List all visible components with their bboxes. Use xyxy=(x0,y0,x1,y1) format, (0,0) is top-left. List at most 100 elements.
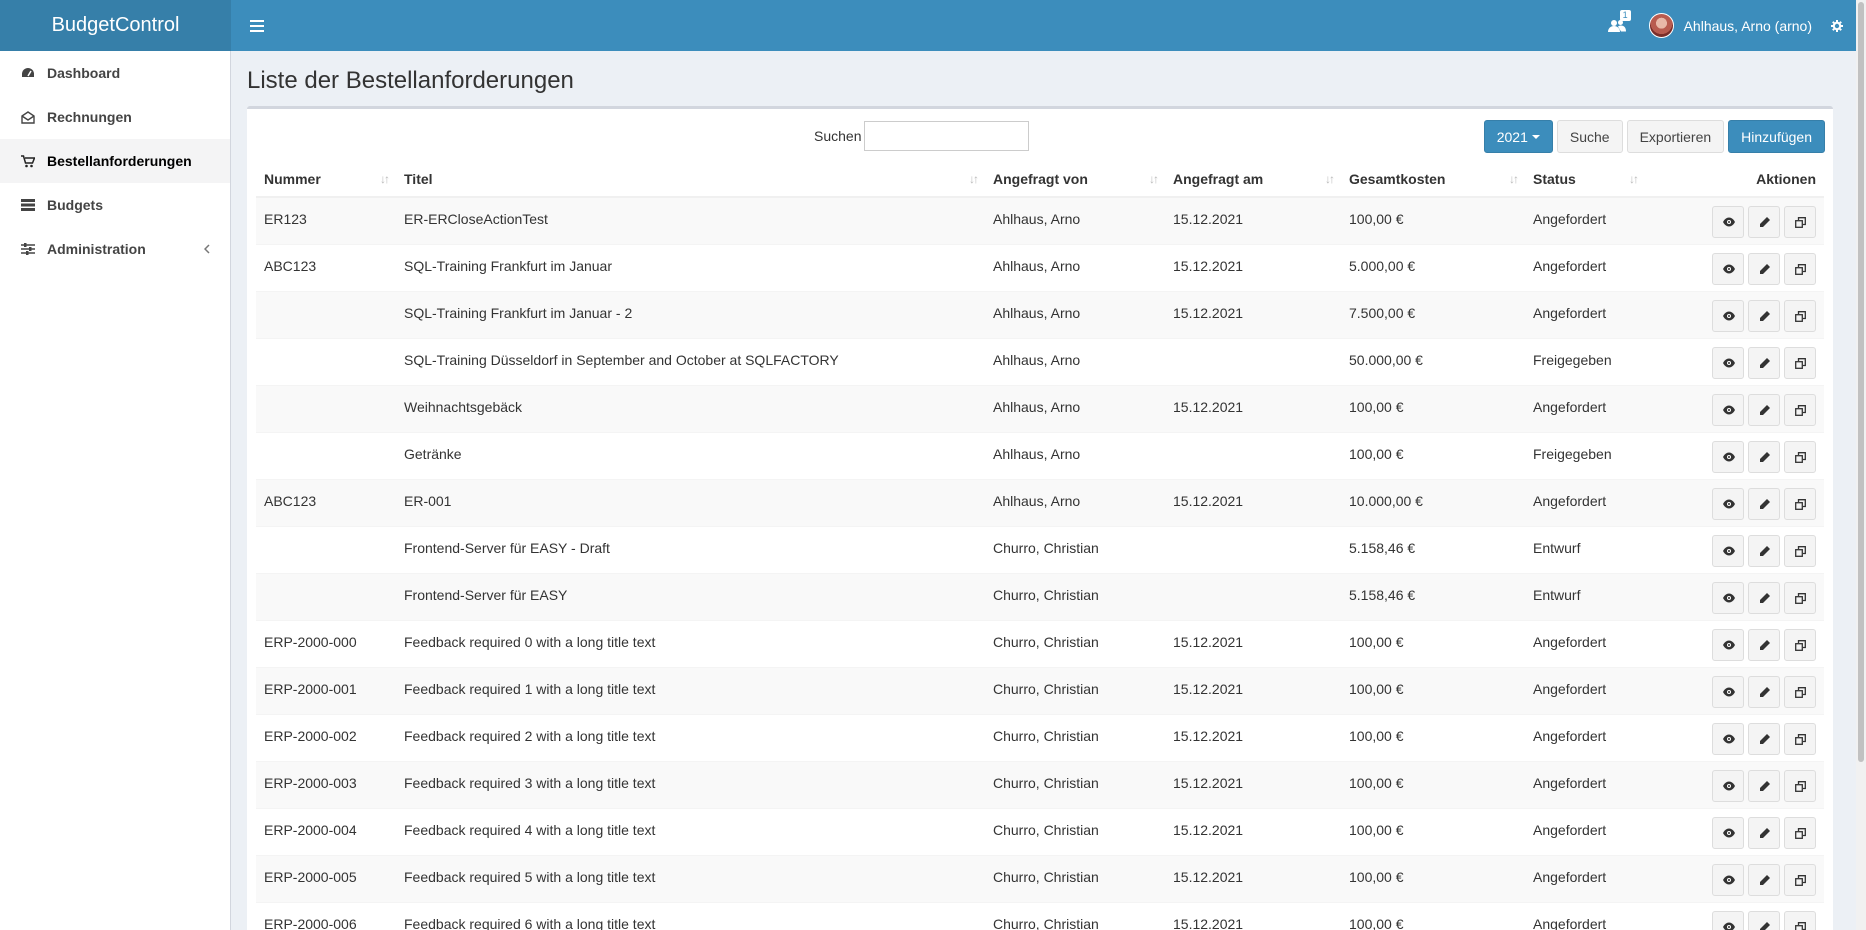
edit-button[interactable] xyxy=(1748,628,1780,661)
view-button[interactable] xyxy=(1712,252,1744,285)
edit-button[interactable] xyxy=(1748,252,1780,285)
edit-button[interactable] xyxy=(1748,581,1780,614)
table-row[interactable]: ER123 ER-ERCloseActionTest Ahlhaus, Arno 15… xyxy=(256,196,1824,244)
cell-angefragt-am: 15.12.2021 xyxy=(1165,243,1341,291)
table-row[interactable]: SQL-Training Frankfurt im Januar - 2 Ahlh… xyxy=(256,290,1824,338)
year-dropdown-button[interactable]: 2021 xyxy=(1483,120,1553,153)
cell-angefragt-von: Ahlhaus, Arno xyxy=(985,337,1165,385)
view-button[interactable] xyxy=(1712,206,1744,238)
edit-button[interactable] xyxy=(1748,910,1780,930)
copy-button[interactable] xyxy=(1784,769,1816,802)
edit-button[interactable] xyxy=(1748,440,1780,473)
edit-button[interactable] xyxy=(1748,722,1780,755)
edit-button[interactable] xyxy=(1748,769,1780,802)
view-button[interactable] xyxy=(1712,581,1744,614)
cell-nummer: ERP-2000-003 xyxy=(256,760,396,808)
table-row[interactable]: ERP-2000-000 Feedback required 0 with a l… xyxy=(256,619,1824,667)
export-button[interactable]: Exportieren xyxy=(1626,120,1725,153)
copy-button[interactable] xyxy=(1784,675,1816,708)
cell-angefragt-am: 15.12.2021 xyxy=(1165,478,1341,526)
scrollbar-thumb[interactable] xyxy=(1858,2,1864,762)
app-logo[interactable]: BudgetControl xyxy=(0,0,231,51)
table-row[interactable]: ERP-2000-004 Feedback required 4 with a l… xyxy=(256,807,1824,855)
copy-button[interactable] xyxy=(1784,346,1816,379)
table-row[interactable]: ERP-2000-002 Feedback required 2 with a l… xyxy=(256,713,1824,761)
table-row[interactable]: ABC123 SQL-Training Frankfurt im Januar Ah… xyxy=(256,243,1824,291)
cell-angefragt-von: Ahlhaus, Arno xyxy=(985,431,1165,479)
edit-button[interactable] xyxy=(1748,346,1780,379)
copy-button[interactable] xyxy=(1784,534,1816,567)
edit-button[interactable] xyxy=(1748,675,1780,708)
table-row[interactable]: ERP-2000-005 Feedback required 5 with a l… xyxy=(256,854,1824,902)
edit-button[interactable] xyxy=(1748,863,1780,896)
view-button[interactable] xyxy=(1712,863,1744,896)
column-header-angefragt-von[interactable]: Angefragt von ↓↑ xyxy=(985,161,1165,198)
copy-button[interactable] xyxy=(1784,440,1816,473)
copy-button[interactable] xyxy=(1784,206,1816,238)
chevron-left-icon xyxy=(203,241,210,257)
sidebar-item-budgets[interactable]: Budgets xyxy=(0,183,230,227)
column-header-status[interactable]: Status ↓↑ xyxy=(1525,161,1645,198)
cell-status: Angefordert xyxy=(1525,666,1645,714)
cell-titel: Feedback required 3 with a long title te… xyxy=(396,760,985,808)
view-button[interactable] xyxy=(1712,675,1744,708)
edit-button[interactable] xyxy=(1748,487,1780,520)
copy-button[interactable] xyxy=(1784,581,1816,614)
user-menu[interactable]: Ahlhaus, Arno (arno) xyxy=(1637,0,1826,51)
view-button[interactable] xyxy=(1712,487,1744,520)
table-row[interactable]: ABC123 ER-001 Ahlhaus, Arno 15.12.2021 10.00… xyxy=(256,478,1824,526)
copy-button[interactable] xyxy=(1784,910,1816,930)
cell-status: Angefordert xyxy=(1525,478,1645,526)
copy-button[interactable] xyxy=(1784,722,1816,755)
view-button[interactable] xyxy=(1712,299,1744,332)
column-header-titel[interactable]: Titel ↓↑ xyxy=(396,161,985,198)
copy-button[interactable] xyxy=(1784,393,1816,426)
column-header-angefragt-am[interactable]: Angefragt am ↓↑ xyxy=(1165,161,1341,198)
edit-button[interactable] xyxy=(1748,206,1780,238)
settings-button[interactable] xyxy=(1826,0,1848,51)
view-button[interactable] xyxy=(1712,769,1744,802)
cell-nummer xyxy=(256,337,396,385)
table-row[interactable]: Getränke Ahlhaus, Arno 100,00 € Freigegeben xyxy=(256,431,1824,479)
edit-button[interactable] xyxy=(1748,534,1780,567)
column-header-gesamtkosten[interactable]: Gesamtkosten ↓↑ xyxy=(1341,161,1525,198)
view-button[interactable] xyxy=(1712,346,1744,379)
table-row[interactable]: ERP-2000-003 Feedback required 3 with a l… xyxy=(256,760,1824,808)
sidebar-item-rechnungen[interactable]: Rechnungen xyxy=(0,95,230,139)
copy-button[interactable] xyxy=(1784,628,1816,661)
online-users-button[interactable]: 1 xyxy=(1597,0,1637,51)
edit-button[interactable] xyxy=(1748,393,1780,426)
cell-titel: ER-ERCloseActionTest xyxy=(396,196,985,244)
copy-button[interactable] xyxy=(1784,816,1816,849)
sidebar-item-dashboard[interactable]: Dashboard xyxy=(0,51,230,95)
sidebar-toggle-button[interactable] xyxy=(235,0,279,51)
sliders-icon xyxy=(20,241,36,257)
table-row[interactable]: Frontend-Server für EASY - Draft Churro, … xyxy=(256,525,1824,573)
copy-button[interactable] xyxy=(1784,299,1816,332)
page-scrollbar[interactable] xyxy=(1856,0,1866,930)
edit-button[interactable] xyxy=(1748,816,1780,849)
view-button[interactable] xyxy=(1712,534,1744,567)
view-button[interactable] xyxy=(1712,910,1744,930)
view-button[interactable] xyxy=(1712,722,1744,755)
view-button[interactable] xyxy=(1712,393,1744,426)
view-button[interactable] xyxy=(1712,628,1744,661)
search-button[interactable]: Suche xyxy=(1556,120,1623,153)
column-header-nummer[interactable]: Nummer ↓↑ xyxy=(256,161,396,198)
copy-button[interactable] xyxy=(1784,487,1816,520)
search-input[interactable] xyxy=(864,121,1029,151)
table-row[interactable]: ERP-2000-001 Feedback required 1 with a l… xyxy=(256,666,1824,714)
view-button[interactable] xyxy=(1712,440,1744,473)
add-button[interactable]: Hinzufügen xyxy=(1728,120,1825,153)
cell-actions xyxy=(1645,384,1824,432)
copy-button[interactable] xyxy=(1784,863,1816,896)
table-row[interactable]: ERP-2000-006 Feedback required 6 with a l… xyxy=(256,901,1824,930)
sidebar-item-administration[interactable]: Administration xyxy=(0,227,230,271)
sidebar-item-bestellanforderungen[interactable]: Bestellanforderungen xyxy=(0,139,230,183)
table-row[interactable]: Frontend-Server für EASY Churro, Christia… xyxy=(256,572,1824,620)
table-row[interactable]: SQL-Training Düsseldorf in September and… xyxy=(256,337,1824,385)
table-row[interactable]: Weihnachtsgebäck Ahlhaus, Arno 15.12.2021 1… xyxy=(256,384,1824,432)
view-button[interactable] xyxy=(1712,816,1744,849)
edit-button[interactable] xyxy=(1748,299,1780,332)
copy-button[interactable] xyxy=(1784,252,1816,285)
